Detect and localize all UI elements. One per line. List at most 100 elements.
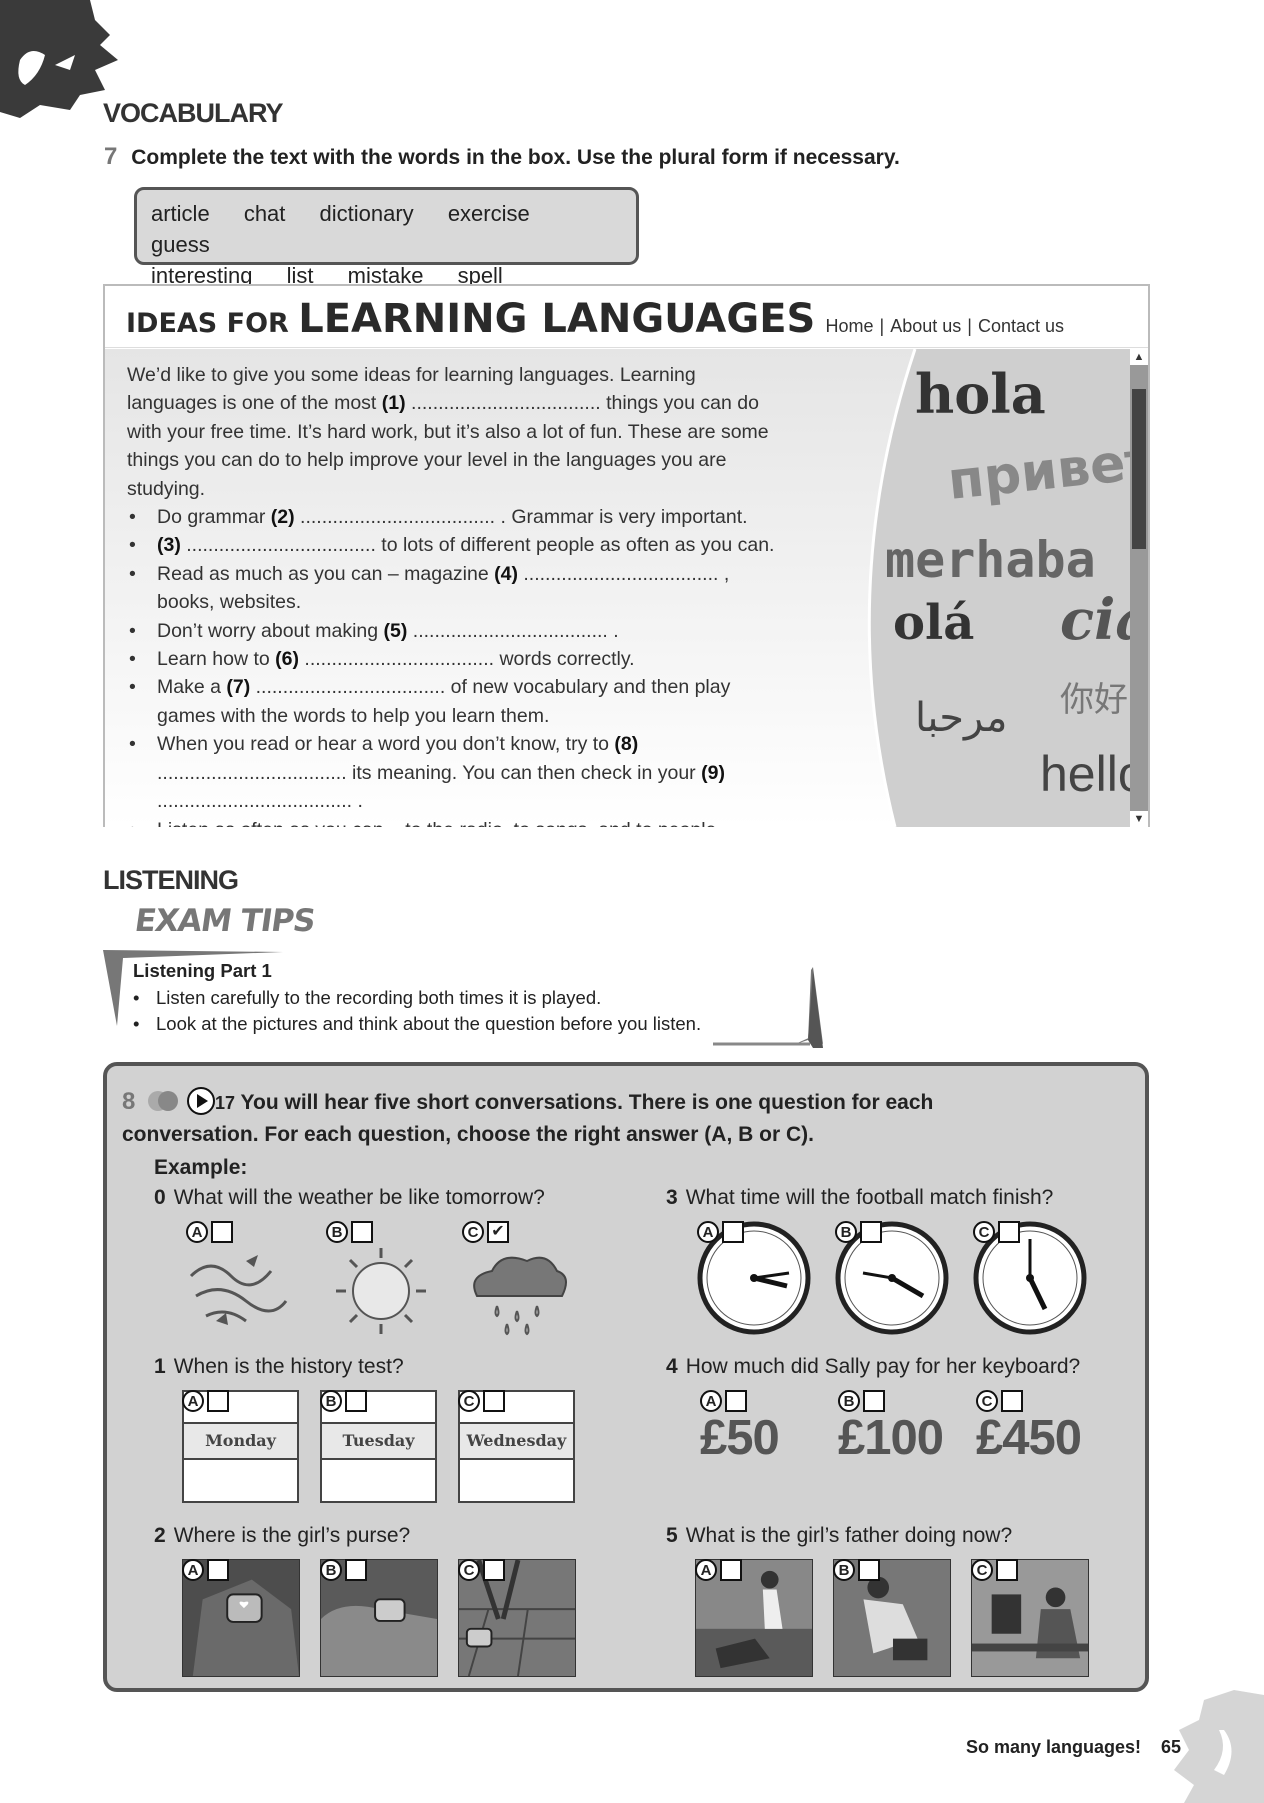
answer-checkbox[interactable]	[722, 1221, 744, 1243]
vocabulary-heading: VOCABULARY	[103, 98, 284, 128]
option-2a[interactable]: A	[182, 1559, 302, 1679]
option-5c[interactable]: C	[971, 1559, 1091, 1679]
question-8-box: 8 17 You will hear five short conversati…	[103, 1062, 1149, 1692]
answer-checkbox[interactable]	[207, 1559, 229, 1581]
option-1c[interactable]: Wednesday C	[458, 1390, 578, 1510]
option-letter: B	[320, 1390, 342, 1412]
item-text: Read as much as you can – magazine	[157, 562, 495, 585]
question-number: 2	[154, 1524, 166, 1547]
tips-list: Do grammar (2) .........................…	[127, 503, 777, 827]
question-7: 7 Complete the text with the words in th…	[104, 143, 900, 171]
word-item: guess	[151, 232, 210, 257]
option-3c[interactable]: C	[973, 1221, 1093, 1336]
question-3: 3 What time will the football match finis…	[666, 1186, 1053, 1210]
exam-tips: Listening Part 1 Listen carefully to the…	[133, 958, 701, 1038]
answer-checkbox[interactable]	[998, 1221, 1020, 1243]
gap-number: (8)	[614, 733, 639, 756]
option-1b[interactable]: Tuesday B	[320, 1390, 440, 1510]
answer-checkbox[interactable]	[1001, 1390, 1023, 1412]
word-item: chat	[243, 201, 286, 226]
word-item: dictionary	[319, 201, 414, 226]
item-text: ................................... its …	[157, 761, 702, 784]
nav-about[interactable]: About us	[884, 316, 967, 336]
option-letter: B	[838, 1390, 860, 1412]
greeting-word: merhaba	[885, 531, 1096, 589]
word-item: article	[151, 201, 210, 226]
greeting-word: مرحبا	[915, 695, 1007, 741]
scroll-up-arrow-icon[interactable]: ▲	[1130, 349, 1148, 365]
item-text: .................................... . G…	[294, 506, 748, 529]
scroll-down-arrow-icon[interactable]: ▼	[1130, 811, 1148, 827]
gap-number: (3)	[157, 534, 181, 557]
question-number: 0	[154, 1186, 166, 1209]
answer-checkbox[interactable]	[860, 1221, 882, 1243]
answer-checkbox[interactable]	[351, 1221, 373, 1243]
question-2: 2 Where is the girl’s purse?	[154, 1524, 410, 1548]
nav-home[interactable]: Home	[820, 316, 880, 336]
sun-icon	[336, 1248, 426, 1334]
answer-checkbox[interactable]	[996, 1559, 1018, 1581]
answer-checkbox[interactable]	[858, 1559, 880, 1581]
title-big: LEARNING LANGUAGES	[298, 296, 816, 342]
option-4a[interactable]: A £50	[700, 1390, 820, 1480]
rain-cloud-icon	[473, 1256, 567, 1336]
tip-item: Listen carefully to the recording both t…	[133, 985, 701, 1012]
answer-checkbox[interactable]	[725, 1390, 747, 1412]
option-5a[interactable]: A	[695, 1559, 815, 1679]
item-text: When you read or hear a word you don’t k…	[157, 733, 615, 756]
scroll-thumb[interactable]	[1132, 389, 1146, 549]
list-item: Learn how to (6) .......................…	[127, 645, 777, 674]
option-letter: C	[973, 1221, 995, 1243]
option-letter: A	[182, 1390, 204, 1412]
option-3a[interactable]: A	[697, 1221, 817, 1336]
option-0a[interactable]: A	[186, 1221, 306, 1331]
answer-checkbox[interactable]	[483, 1559, 505, 1581]
scrollbar[interactable]: ▲ ▼	[1130, 349, 1148, 827]
option-0c[interactable]: C ✔	[462, 1221, 582, 1336]
price-option: £100	[838, 1411, 944, 1465]
answer-checkbox[interactable]	[720, 1559, 742, 1581]
option-3b[interactable]: B	[835, 1221, 955, 1336]
website-body: We’d like to give you some ideas for lea…	[105, 349, 1134, 827]
calendar-day: Tuesday	[322, 1422, 435, 1460]
option-0b[interactable]: B	[326, 1221, 446, 1334]
answer-checkbox[interactable]	[207, 1390, 229, 1412]
play-icon[interactable]	[187, 1087, 216, 1115]
greeting-word: hello	[1040, 746, 1134, 802]
option-letter: A	[695, 1559, 717, 1581]
cd-audio-icon	[148, 1091, 179, 1111]
gap-number: (9)	[701, 761, 725, 784]
option-4b[interactable]: B £100	[838, 1390, 958, 1480]
option-4c[interactable]: C £450	[976, 1390, 1096, 1480]
gap-number: (7)	[226, 676, 251, 699]
question-text: What is the girl’s father doing now?	[685, 1524, 1013, 1547]
option-1a[interactable]: Monday A	[182, 1390, 302, 1510]
question-instruction: Complete the text with the words in the …	[131, 146, 900, 169]
nav-contact[interactable]: Contact us	[972, 316, 1070, 336]
item-text: ................................... to l…	[180, 534, 775, 557]
price-option: £50	[700, 1411, 780, 1465]
option-letter: A	[700, 1390, 722, 1412]
intro-paragraph: We’d like to give you some ideas for lea…	[127, 361, 777, 503]
answer-checkbox[interactable]	[483, 1390, 505, 1412]
gap-number: (1)	[381, 392, 406, 415]
article-text: We’d like to give you some ideas for lea…	[127, 361, 777, 827]
website-nav: Home | About us | Contact us	[820, 316, 1071, 337]
option-5b[interactable]: B	[833, 1559, 953, 1679]
question-text: What time will the football match finish…	[685, 1186, 1054, 1209]
item-text: .................................... .	[407, 619, 619, 642]
answer-checkbox-checked[interactable]: ✔	[487, 1221, 509, 1243]
option-2c[interactable]: C	[458, 1559, 578, 1679]
unit-title: So many languages!	[966, 1737, 1142, 1757]
option-letter: B	[320, 1559, 342, 1581]
answer-checkbox[interactable]	[863, 1390, 885, 1412]
question-text: When is the history test?	[173, 1355, 404, 1378]
answer-checkbox[interactable]	[345, 1390, 367, 1412]
option-2b[interactable]: B	[320, 1559, 440, 1679]
greetings-graphic: hola привет merhaba olá ciao مرحبا 你好 he…	[867, 349, 1134, 827]
option-letter: C	[971, 1559, 993, 1581]
wind-icon	[189, 1255, 288, 1325]
answer-checkbox[interactable]	[345, 1559, 367, 1581]
question-4: 4 How much did Sally pay for her keyboard…	[666, 1355, 1080, 1379]
answer-checkbox[interactable]	[211, 1221, 233, 1243]
